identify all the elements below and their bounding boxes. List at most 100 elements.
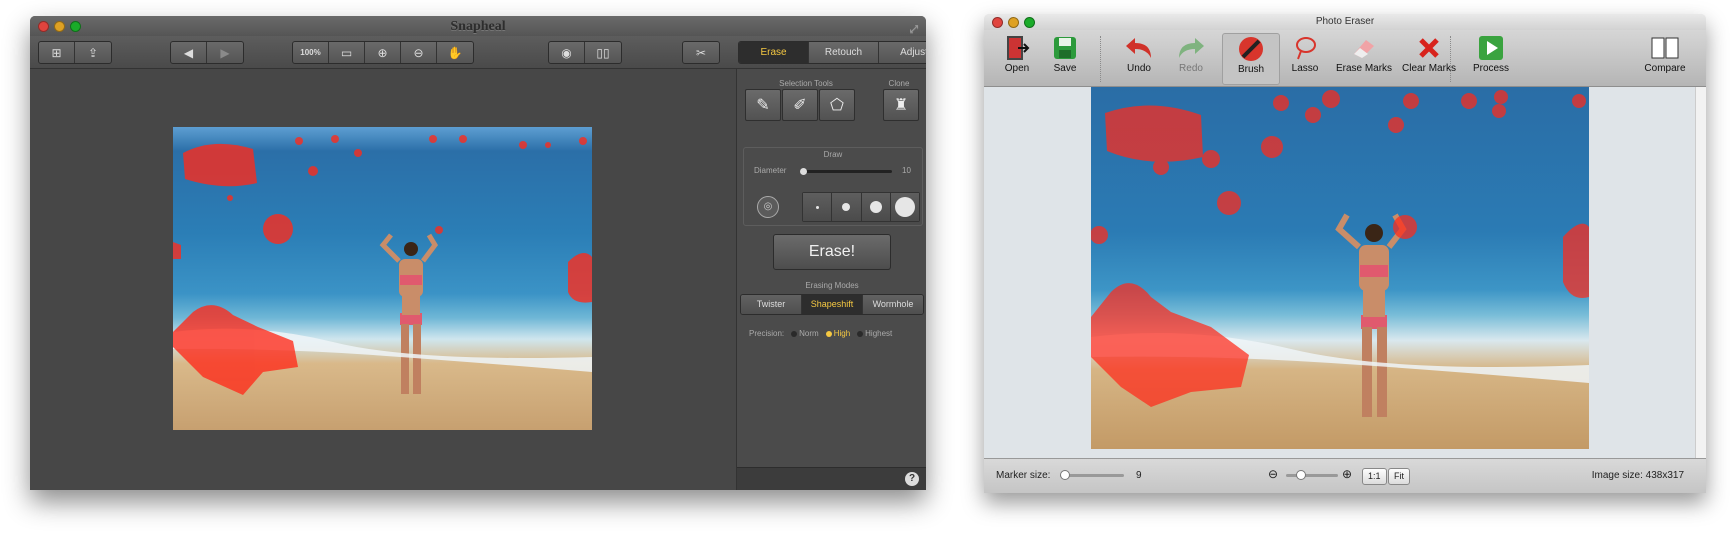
open-folder-icon: ⊞ xyxy=(51,45,62,60)
zoom-out-button[interactable]: ⊖ xyxy=(401,42,437,63)
main-toolbar: Open Save Undo Redo Brush Lasso Erase Ma… xyxy=(984,30,1706,87)
redo-button[interactable]: Redo xyxy=(1162,33,1220,85)
precision-high[interactable]: High xyxy=(825,329,850,338)
brush-tool-button[interactable]: Brush xyxy=(1222,33,1280,85)
brush-size-small[interactable] xyxy=(803,193,833,221)
clone-stamp-button[interactable]: ♜ xyxy=(883,89,919,121)
tools-group: ✂ xyxy=(682,41,720,64)
erasing-modes-heading: Erasing Modes xyxy=(805,281,859,290)
eraser-tool-button[interactable]: ✐ xyxy=(782,89,818,121)
brush-tool-button[interactable]: ✎ xyxy=(745,89,781,121)
lasso-tool-button[interactable]: ⬠ xyxy=(819,89,855,121)
diameter-slider-knob[interactable] xyxy=(800,168,807,175)
actual-size-label: 100% xyxy=(300,48,321,57)
tab-adjust[interactable]: Adjust xyxy=(879,42,926,63)
erase-marks-button[interactable]: Erase Marks xyxy=(1332,33,1396,85)
window-controls xyxy=(38,21,81,32)
lasso-tool-button[interactable]: Lasso xyxy=(1276,33,1334,85)
draw-heading: Draw xyxy=(823,150,843,159)
undo-arrow-icon xyxy=(1110,33,1168,63)
mode-tabs: Erase Retouch Adjust xyxy=(738,41,926,64)
image-size-readout: Image size: 438x317 xyxy=(1591,470,1684,481)
brush-size-xlarge[interactable] xyxy=(890,193,919,221)
eraser-icon xyxy=(1332,33,1396,63)
window-controls xyxy=(992,17,1035,28)
undo-button[interactable]: Undo xyxy=(1110,33,1168,85)
canvas-area xyxy=(984,87,1696,458)
compare-button[interactable]: Compare xyxy=(1636,33,1694,85)
zoom-in-button[interactable]: ⊕ xyxy=(365,42,401,63)
zoom-slider[interactable] xyxy=(1286,470,1338,480)
open-image-button[interactable]: ⊞ xyxy=(39,42,75,63)
status-bar: Marker size: 9 ⊖ ⊕ 1:1 Fit Image size: 4… xyxy=(984,458,1706,493)
preview-button[interactable]: ◉ xyxy=(549,42,585,63)
snapheal-window: Snapheal ⤢ ⊞ ⇪ ◀ ▶ 100% ▭ ⊕ ⊖ ✋ ◉ ▯▯ ✂ E… xyxy=(30,16,926,490)
zoom-window-button[interactable] xyxy=(70,21,81,32)
mode-wormhole[interactable]: Wormhole xyxy=(863,295,923,314)
minimize-window-button[interactable] xyxy=(54,21,65,32)
marker-size-label: Marker size: xyxy=(996,470,1051,481)
precision-highest[interactable]: Highest xyxy=(857,329,892,338)
process-button[interactable]: Process xyxy=(1462,33,1520,85)
actual-size-button[interactable]: 100% xyxy=(293,42,329,63)
close-window-button[interactable] xyxy=(992,17,1003,28)
panel-footer: ? xyxy=(737,467,926,490)
brush-label: Brush xyxy=(1237,64,1265,75)
undo-button[interactable]: ◀ xyxy=(171,42,207,63)
woman-figure xyxy=(379,233,439,394)
save-button[interactable]: Save xyxy=(1036,33,1094,85)
close-window-button[interactable] xyxy=(38,21,49,32)
file-group: ⊞ ⇪ xyxy=(38,41,112,64)
toolbar-separator xyxy=(1450,36,1451,82)
main-toolbar: ⊞ ⇪ ◀ ▶ 100% ▭ ⊕ ⊖ ✋ ◉ ▯▯ ✂ Erase Retouc… xyxy=(30,36,926,69)
redo-label: Redo xyxy=(1179,63,1203,74)
cut-tool-button[interactable]: ✂ xyxy=(683,42,719,63)
compare-button[interactable]: ▯▯ xyxy=(585,42,621,63)
tab-erase[interactable]: Erase xyxy=(739,42,809,63)
lasso-label: Lasso xyxy=(1291,63,1319,74)
redo-arrow-icon xyxy=(1162,33,1220,63)
diameter-label: Diameter xyxy=(754,166,787,175)
share-button[interactable]: ⇪ xyxy=(75,42,111,63)
erase-button[interactable]: Erase! xyxy=(773,234,891,270)
canvas-area xyxy=(30,69,736,490)
title-bar: Snapheal ⤢ xyxy=(30,16,926,36)
zoom-window-button[interactable] xyxy=(1024,17,1035,28)
mode-shapeshift[interactable]: Shapeshift xyxy=(802,295,863,314)
zoom-actual-size-button[interactable]: 1:1 xyxy=(1362,468,1387,485)
brush-size-large[interactable] xyxy=(861,193,891,221)
hand-tool-button[interactable]: ✋ xyxy=(437,42,473,63)
zoom-fit-button[interactable]: Fit xyxy=(1388,468,1410,485)
eye-icon: ◉ xyxy=(561,45,572,60)
brush-size-presets xyxy=(802,192,920,222)
minimize-window-button[interactable] xyxy=(1008,17,1019,28)
photo-canvas[interactable] xyxy=(173,127,592,430)
undo-arrow-icon: ◀ xyxy=(183,45,194,60)
tab-retouch[interactable]: Retouch xyxy=(809,42,879,63)
precision-norm[interactable]: Norm xyxy=(791,329,819,338)
zoom-knob[interactable] xyxy=(1296,470,1306,480)
mode-twister[interactable]: Twister xyxy=(741,295,802,314)
hand-icon: ✋ xyxy=(447,45,463,60)
photo-eraser-window: Photo Eraser Open Save Undo Redo Brush L… xyxy=(984,14,1706,493)
brush-preview-icon: ◎ xyxy=(757,196,779,218)
brush-size-medium[interactable] xyxy=(832,193,862,221)
marker-size-knob[interactable] xyxy=(1060,470,1070,480)
view-group: ◉ ▯▯ xyxy=(548,41,622,64)
toolbar-separator xyxy=(1100,36,1101,82)
share-icon: ⇪ xyxy=(87,45,99,60)
diameter-value: 10 xyxy=(902,166,911,175)
marker-size-slider[interactable] xyxy=(1060,470,1124,480)
zoom-in-icon[interactable]: ⊕ xyxy=(1342,467,1352,481)
photo-canvas[interactable] xyxy=(1091,87,1589,449)
fit-screen-button[interactable]: ▭ xyxy=(329,42,365,63)
vertical-scrollbar[interactable] xyxy=(1695,87,1706,458)
diameter-slider[interactable] xyxy=(800,168,892,175)
compare-label: Compare xyxy=(1644,63,1686,74)
split-view-icon: ▯▯ xyxy=(596,45,610,60)
redo-button[interactable]: ▶ xyxy=(207,42,243,63)
zoom-out-icon[interactable]: ⊖ xyxy=(1268,467,1278,481)
help-button[interactable]: ? xyxy=(905,472,919,486)
stamp-icon: ♜ xyxy=(893,97,909,114)
zoom-out-icon: ⊖ xyxy=(413,45,424,60)
